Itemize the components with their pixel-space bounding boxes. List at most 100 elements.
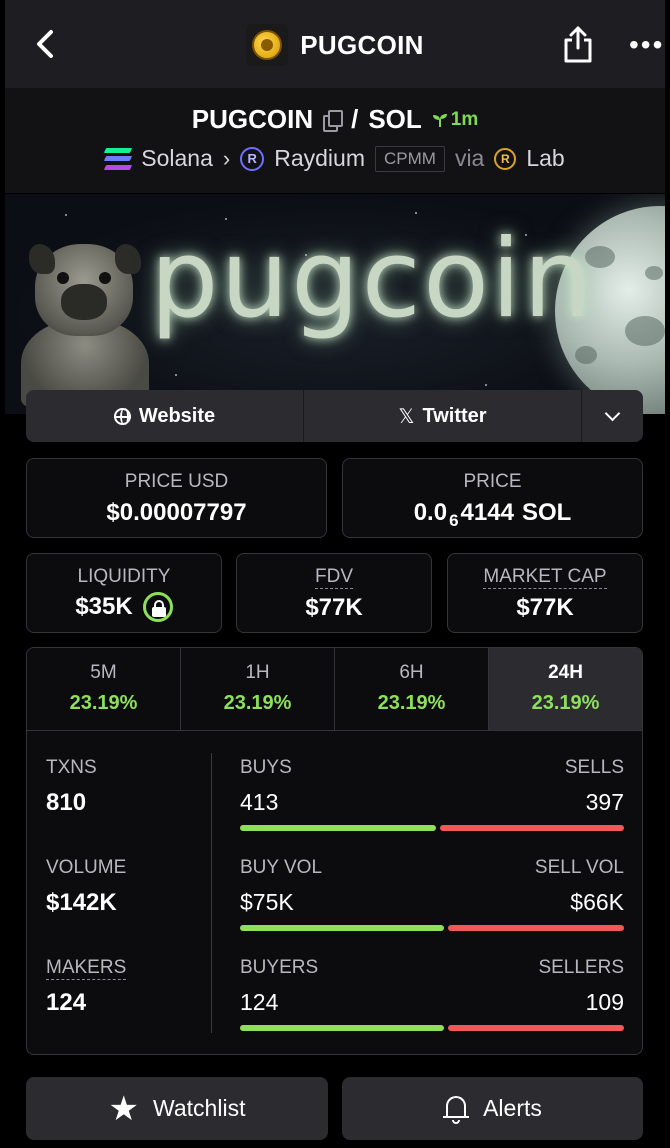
buy-bar xyxy=(240,925,444,931)
chain-breadcrumb: Solana › R Raydium CPMM via R Lab xyxy=(5,145,665,172)
price-native-value: 0.0 6 4144 SOL xyxy=(343,499,642,530)
x-logo-icon: 𝕏 xyxy=(398,405,415,428)
tab-24h[interactable]: 24H 23.19% xyxy=(489,648,642,730)
buyers-label: BUYERS xyxy=(240,957,319,978)
social-links: Website 𝕏 Twitter xyxy=(26,390,643,442)
makers-ratio-bar xyxy=(240,1025,624,1031)
sells-label: SELLS xyxy=(564,757,624,778)
chain-name[interactable]: Solana xyxy=(141,145,213,172)
banner-logo-text: pugcoin xyxy=(150,217,594,342)
market-cap-value: $77K xyxy=(516,594,574,621)
launchpad-name[interactable]: Lab xyxy=(526,145,564,172)
volume-row: VOLUME $142K BUY VOL SELL VOL $75K $66K xyxy=(27,857,642,957)
timeframe-tabs: 5M 23.19% 1H 23.19% 6H 23.19% 24H 23.19% xyxy=(27,648,642,731)
tab-6h[interactable]: 6H 23.19% xyxy=(335,648,489,730)
raydium-icon: R xyxy=(240,146,265,171)
buy-vol-label: BUY VOL xyxy=(240,857,323,878)
alerts-label: Alerts xyxy=(483,1095,542,1121)
alerts-button[interactable]: Alerts xyxy=(342,1077,643,1140)
txns-row: TXNS 810 BUYS SELLS 413 397 xyxy=(27,757,642,857)
trading-stats-panel: 5M 23.19% 1H 23.19% 6H 23.19% 24H 23.19%… xyxy=(26,647,643,1055)
tab-change: 23.19% xyxy=(531,692,600,714)
website-label: Website xyxy=(138,404,216,427)
fdv-label[interactable]: FDV xyxy=(315,566,353,589)
pair-line: PUGCOIN / SOL 1m xyxy=(5,104,665,135)
globe-icon xyxy=(113,407,131,425)
price-usd-value: $0.00007797 xyxy=(106,499,247,526)
price-native-label: PRICE xyxy=(463,471,522,492)
buy-vol-value: $75K xyxy=(240,889,294,915)
fdv-card: FDV $77K xyxy=(236,553,432,633)
twitter-label: Twitter xyxy=(422,404,487,427)
price-native-zero-count: 6 xyxy=(449,511,459,530)
lab-icon: R xyxy=(494,147,517,170)
sprout-icon xyxy=(432,113,447,127)
more-links-button[interactable] xyxy=(582,390,643,442)
buys-label: BUYS xyxy=(240,757,292,778)
fdv-value: $77K xyxy=(305,594,363,621)
tab-label: 1H xyxy=(245,662,270,683)
buyers-value: 124 xyxy=(240,989,279,1015)
price-native-prefix: 0.0 xyxy=(413,499,448,526)
price-native-card: PRICE 0.0 6 4144 SOL xyxy=(342,458,643,538)
liquidity-value: $35K xyxy=(75,593,133,620)
bell-icon xyxy=(443,1094,470,1124)
pair-info: PUGCOIN / SOL 1m Solana › R Raydium CPMM… xyxy=(5,88,665,193)
volume-ratio-bar xyxy=(240,925,624,931)
sellers-label: SELLERS xyxy=(538,957,624,978)
price-native-digits: 4144 xyxy=(460,499,514,526)
pair-quote: SOL xyxy=(368,104,422,134)
sell-vol-label: SELL VOL xyxy=(534,857,624,878)
sells-value: 397 xyxy=(585,789,624,815)
sell-vol-value: $66K xyxy=(570,889,624,915)
tab-label: 5M xyxy=(90,662,117,683)
price-native-unit: SOL xyxy=(521,499,572,526)
pair-separator: / xyxy=(351,104,359,134)
star-icon: ★ xyxy=(108,1089,140,1128)
page-title: PUGCOIN xyxy=(300,29,424,60)
watchlist-label: Watchlist xyxy=(153,1095,246,1121)
liquidity-value-row: $35K xyxy=(27,592,221,622)
liquidity-card: LIQUIDITY $35K xyxy=(26,553,222,633)
pair-base: PUGCOIN xyxy=(191,104,314,134)
pair-age: 1m xyxy=(432,109,478,131)
token-logo-icon xyxy=(246,24,289,66)
share-icon[interactable] xyxy=(562,24,594,64)
buy-bar xyxy=(240,1025,444,1031)
chevron-down-icon xyxy=(604,405,621,421)
pair-age-value: 1m xyxy=(450,108,479,130)
tab-1h[interactable]: 1H 23.19% xyxy=(181,648,335,730)
sell-bar xyxy=(447,1025,624,1031)
sellers-value: 109 xyxy=(585,989,624,1015)
copy-icon[interactable] xyxy=(323,109,344,132)
stats-grid: TXNS 810 BUYS SELLS 413 397 VOLUME $142K B… xyxy=(27,731,642,1054)
tab-change: 23.19% xyxy=(377,692,446,714)
market-cap-label[interactable]: MARKET CAP xyxy=(483,566,607,589)
price-usd-label: PRICE USD xyxy=(124,471,229,492)
watchlist-button[interactable]: ★ Watchlist xyxy=(26,1077,328,1140)
sell-bar xyxy=(447,925,624,931)
buys-value: 413 xyxy=(240,789,279,815)
volume-value: $142K xyxy=(46,889,117,916)
makers-label[interactable]: MAKERS xyxy=(46,957,127,980)
txns-label: TXNS xyxy=(46,757,97,778)
tab-label: 6H xyxy=(399,662,424,683)
more-options-icon[interactable]: ••• xyxy=(629,31,664,59)
solana-icon xyxy=(104,147,133,170)
sell-bar xyxy=(439,825,624,831)
liquidity-label: LIQUIDITY xyxy=(77,566,171,587)
website-button[interactable]: Website xyxy=(26,390,304,442)
txns-value: 810 xyxy=(46,789,87,816)
top-bar: PUGCOIN ••• xyxy=(5,0,665,88)
market-cap-card: MARKET CAP $77K xyxy=(447,553,643,633)
twitter-button[interactable]: 𝕏 Twitter xyxy=(304,390,582,442)
token-banner-image: pugcoin xyxy=(5,194,665,414)
buy-bar xyxy=(240,825,436,831)
lock-icon[interactable] xyxy=(142,592,173,622)
tab-5m[interactable]: 5M 23.19% xyxy=(27,648,181,730)
dex-name[interactable]: Raydium xyxy=(274,145,365,172)
makers-value: 124 xyxy=(46,989,87,1016)
makers-row: MAKERS 124 BUYERS SELLERS 124 109 xyxy=(27,957,642,1054)
pug-illustration xyxy=(21,238,149,408)
pool-type-badge: CPMM xyxy=(374,145,445,172)
